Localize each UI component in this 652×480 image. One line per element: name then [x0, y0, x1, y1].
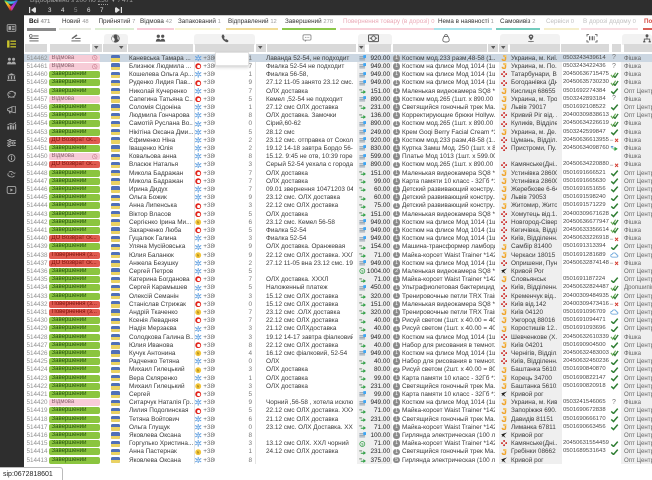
svg-text:k: k — [198, 253, 200, 257]
svg-text:k: k — [198, 221, 200, 225]
svg-text:k: k — [198, 450, 200, 454]
svg-text:k: k — [198, 311, 200, 315]
svg-text:k: k — [198, 385, 200, 389]
svg-text:k: k — [198, 368, 200, 372]
svg-text:k: k — [198, 352, 200, 356]
